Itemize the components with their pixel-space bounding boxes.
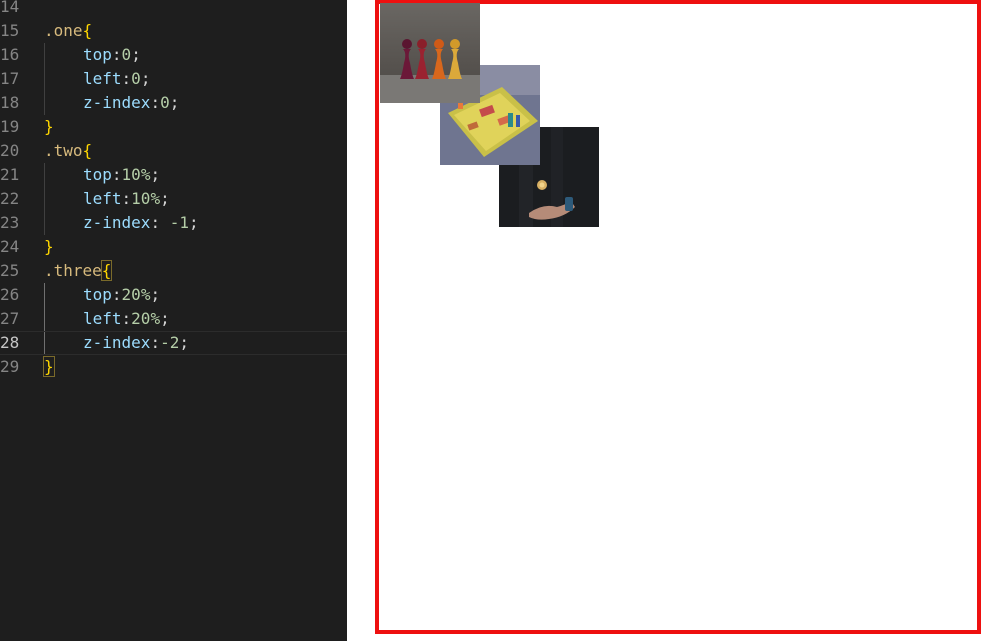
css-value: 20% [131, 309, 161, 328]
code-text: z-index:0; [83, 91, 179, 115]
code-text: left:20%; [83, 307, 170, 331]
colon: : [150, 333, 161, 352]
close-brace: } [44, 237, 54, 256]
line-number-active: 28 [0, 333, 20, 352]
line-number: 23 [0, 213, 20, 232]
css-value: 0 [160, 93, 170, 112]
code-line[interactable]: 27 left:20%; [0, 307, 347, 331]
open-brace: { [82, 21, 93, 40]
code-line[interactable]: 19 } [0, 115, 347, 139]
css-property: top [83, 285, 112, 304]
code-line[interactable]: 24 } [0, 235, 347, 259]
line-number: 16 [0, 45, 20, 64]
css-selector: .one [44, 21, 83, 40]
line-number: 14 [0, 0, 20, 16]
css-property: top [83, 45, 112, 64]
code-text: top:20%; [83, 283, 160, 307]
css-selector: .two [44, 141, 83, 160]
line-number: 17 [0, 69, 20, 88]
close-brace: } [44, 117, 54, 136]
line-number: 15 [0, 21, 20, 40]
semicolon: ; [179, 333, 189, 352]
close-brace-matched: } [43, 356, 55, 377]
code-editor[interactable]: 14 15 .one{ 16 top:0; 17 left:0; 18 z-in… [0, 0, 347, 641]
line-number: 24 [0, 237, 20, 256]
line-number: 29 [0, 357, 20, 376]
line-number: 25 [0, 261, 20, 280]
semicolon: ; [160, 189, 170, 208]
code-text: .one{ [44, 19, 92, 43]
code-text: top:0; [83, 43, 141, 67]
code-text: left:0; [83, 67, 150, 91]
open-brace-matched: { [100, 260, 113, 281]
css-value: -2 [160, 333, 180, 352]
colon: : [121, 309, 132, 328]
code-line[interactable]: 21 top:10%; [0, 163, 347, 187]
code-line[interactable]: 25 .three{ [0, 259, 347, 283]
line-number: 27 [0, 309, 20, 328]
css-property: left [83, 309, 122, 328]
code-line[interactable]: 23 z-index: -1; [0, 211, 347, 235]
css-property: z-index [83, 93, 151, 112]
line-number: 19 [0, 117, 20, 136]
css-value: 0 [121, 45, 132, 64]
colon: : [111, 165, 122, 184]
code-text: } [44, 235, 54, 259]
code-text: z-index: -1; [83, 211, 199, 235]
line-number: 21 [0, 165, 20, 184]
semicolon: ; [160, 309, 170, 328]
preview-container [375, 0, 981, 634]
semicolon: ; [169, 93, 180, 112]
code-line[interactable]: 29 } [0, 355, 347, 379]
code-line-current[interactable]: 28 z-index:-2; [0, 331, 347, 355]
semicolon: ; [150, 285, 161, 304]
colon: : [111, 45, 122, 64]
code-text: left:10%; [83, 187, 170, 211]
code-text: z-index:-2; [83, 331, 189, 355]
css-value: 10% [121, 165, 151, 184]
semicolon: ; [131, 45, 141, 64]
css-value: 0 [131, 69, 141, 88]
pawns-photo [380, 3, 480, 103]
screen: 14 15 .one{ 16 top:0; 17 left:0; 18 z-in… [0, 0, 985, 641]
semicolon: ; [150, 165, 161, 184]
css-selector: .three [44, 261, 102, 280]
code-text: .three{ [44, 259, 113, 283]
semicolon: ; [188, 213, 199, 232]
css-property: left [83, 189, 122, 208]
css-property: left [83, 69, 122, 88]
colon: : [121, 69, 132, 88]
css-property: z-index [83, 333, 151, 352]
css-value: -1 [169, 213, 189, 232]
colon: : [121, 189, 132, 208]
open-brace: { [82, 141, 93, 160]
line-number: 26 [0, 285, 20, 304]
css-value: 10% [131, 189, 161, 208]
line-number: 18 [0, 93, 20, 112]
css-property: top [83, 165, 112, 184]
code-line[interactable]: 20 .two{ [0, 139, 347, 163]
code-text: top:10%; [83, 163, 160, 187]
code-text: } [44, 115, 54, 139]
colon: : [150, 93, 161, 112]
colon: : [150, 213, 170, 232]
code-line[interactable]: 22 left:10%; [0, 187, 347, 211]
code-line[interactable]: 18 z-index:0; [0, 91, 347, 115]
code-line[interactable]: 26 top:20%; [0, 283, 347, 307]
code-text: } [43, 355, 55, 379]
css-property: z-index [83, 213, 151, 232]
code-line[interactable]: 15 .one{ [0, 19, 347, 43]
code-text: .two{ [44, 139, 92, 163]
line-number: 22 [0, 189, 20, 208]
pawns-image [380, 3, 480, 103]
code-line[interactable]: 17 left:0; [0, 67, 347, 91]
line-number: 20 [0, 141, 20, 160]
code-line[interactable]: 14 [0, 0, 347, 19]
css-value: 20% [121, 285, 151, 304]
code-line[interactable]: 16 top:0; [0, 43, 347, 67]
colon: : [111, 285, 122, 304]
semicolon: ; [140, 69, 151, 88]
